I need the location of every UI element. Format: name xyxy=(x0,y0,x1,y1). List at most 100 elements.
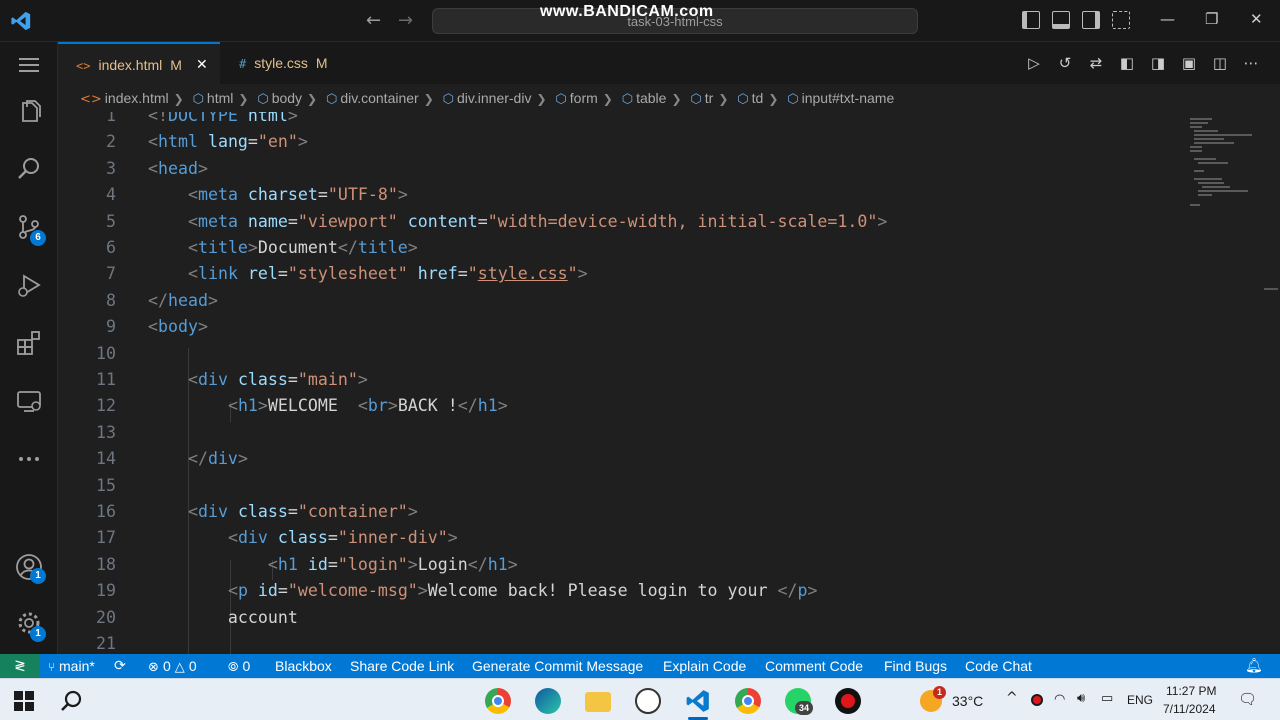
timeline-icon[interactable]: ↺ xyxy=(1056,54,1074,72)
status-comment-code[interactable]: Comment Code xyxy=(765,654,863,678)
code-text: account xyxy=(148,607,298,627)
vscode-logo-icon[interactable] xyxy=(10,10,32,32)
toggle-secondary-sidebar-icon[interactable] xyxy=(1082,11,1100,29)
code-line[interactable]: 5 <meta name="viewport" content="width=d… xyxy=(58,209,1178,235)
breadcrumb-item[interactable]: ⬡ table xyxy=(622,84,667,114)
show-hidden-icons-icon[interactable]: ^ xyxy=(1006,690,1018,706)
extensions-icon[interactable] xyxy=(14,328,44,358)
code-line[interactable]: 4 <meta charset="UTF-8"> xyxy=(58,182,1178,208)
code-line[interactable]: 21 xyxy=(58,631,1178,654)
vscode-taskbar-icon[interactable] xyxy=(685,688,711,714)
code-line[interactable]: 18 <h1 id="login">Login</h1> xyxy=(58,552,1178,578)
windows-start-icon[interactable] xyxy=(14,691,34,711)
compare-changes-icon[interactable]: ⇄ xyxy=(1087,54,1105,72)
sync-icon[interactable]: ⟳ xyxy=(114,654,126,678)
customize-layout-icon[interactable] xyxy=(1112,11,1130,29)
code-line[interactable]: 11 <div class="main"> xyxy=(58,367,1178,393)
search-icon[interactable] xyxy=(14,154,44,184)
back-arrow-icon[interactable]: ← xyxy=(366,10,381,31)
breadcrumb-item[interactable]: ⬡ html xyxy=(193,84,234,114)
line-number: 19 xyxy=(96,581,116,601)
remote-explorer-icon[interactable] xyxy=(14,386,44,416)
edge-icon[interactable] xyxy=(535,688,561,714)
branch-status[interactable]: ⑂ main* xyxy=(48,654,95,679)
breadcrumb-item[interactable]: <> index.html xyxy=(80,84,169,114)
code-line[interactable]: 1 <!DOCTYPE html> xyxy=(58,112,1178,129)
breadcrumb-item[interactable]: ⬡ td xyxy=(737,84,763,114)
remote-indicator-icon[interactable]: ≷ xyxy=(0,654,40,678)
chrome-profile-icon[interactable] xyxy=(735,688,761,714)
status-blackbox[interactable]: Blackbox xyxy=(275,654,332,678)
bandicam-record-icon[interactable] xyxy=(835,688,861,714)
code-content: <h1 id="login">Login</h1> xyxy=(148,552,518,578)
notifications-bell-icon[interactable]: 🔔︎ xyxy=(1245,654,1263,678)
editor-scrollbar[interactable] xyxy=(1264,112,1278,654)
minimap[interactable] xyxy=(1188,112,1258,212)
code-line[interactable]: 7 <link rel="stylesheet" href="style.css… xyxy=(58,261,1178,287)
menu-icon[interactable] xyxy=(14,50,44,80)
more-icon[interactable] xyxy=(14,444,44,474)
breadcrumb-item[interactable]: ⬡ form xyxy=(555,84,597,114)
tab-index-html[interactable]: <> index.html M ✕ xyxy=(58,42,220,84)
breadcrumb-item[interactable]: ⬡ tr xyxy=(690,84,713,114)
tab-style-css[interactable]: # style.css M xyxy=(221,42,361,84)
chatgpt-icon[interactable] xyxy=(635,688,661,714)
clock-time[interactable]: 11:27 PM xyxy=(1166,684,1216,698)
code-line[interactable]: 9 <body> xyxy=(58,314,1178,340)
status-share-code-link[interactable]: Share Code Link xyxy=(350,654,454,678)
code-line[interactable]: 15 xyxy=(58,473,1178,499)
code-text: = xyxy=(287,211,298,231)
breadcrumb-item[interactable]: ⬡ div.container xyxy=(326,84,419,114)
problems-status[interactable]: ⊗ 0 △ 0 xyxy=(148,654,197,680)
wifi-icon[interactable]: ◠ xyxy=(1054,692,1065,707)
close-window-icon[interactable]: ✕ xyxy=(1250,10,1263,28)
code-line[interactable]: 20 account xyxy=(58,605,1178,631)
more-actions-icon[interactable]: ⋯ xyxy=(1242,54,1260,72)
chrome-icon[interactable] xyxy=(485,688,511,714)
file-explorer-icon[interactable] xyxy=(585,692,611,712)
split-editor-icon[interactable]: ◫ xyxy=(1211,54,1229,72)
screenshot-icon[interactable]: ▣ xyxy=(1180,54,1198,72)
code-line[interactable]: 16 <div class="container"> xyxy=(58,499,1178,525)
code-line[interactable]: 13 xyxy=(58,420,1178,446)
temperature[interactable]: 33°C xyxy=(952,693,983,709)
ports-status[interactable]: ⦾ 0 xyxy=(228,654,250,680)
battery-icon[interactable]: ▭ xyxy=(1101,691,1113,706)
clock-date[interactable]: 7/11/2024 xyxy=(1163,702,1216,716)
forward-arrow-icon[interactable]: → xyxy=(398,10,413,31)
status-explain-code[interactable]: Explain Code xyxy=(663,654,746,678)
volume-icon[interactable]: 🔊︎ xyxy=(1077,691,1085,706)
code-line[interactable]: 12 <h1>WELCOME <br>BACK !</h1> xyxy=(58,393,1178,419)
code-line[interactable]: 2 <html lang="en"> xyxy=(58,129,1178,155)
code-line[interactable]: 8 </head> xyxy=(58,288,1178,314)
breadcrumb-item[interactable]: ⬡ input#txt-name xyxy=(787,84,894,114)
status-code-chat[interactable]: Code Chat xyxy=(965,654,1032,678)
code-line[interactable]: 3 <head> xyxy=(58,156,1178,182)
code-line[interactable]: 14 </div> xyxy=(58,446,1178,472)
code-string: "en" xyxy=(257,132,298,152)
restore-icon[interactable]: ❐ xyxy=(1205,10,1218,28)
code-editor[interactable]: 1 <!DOCTYPE html> 2 <html lang="en"> 3 <head>… xyxy=(58,112,1280,654)
code-line[interactable]: 17 <div class="inner-div"> xyxy=(58,525,1178,551)
status-find-bugs[interactable]: Find Bugs xyxy=(884,654,947,678)
minimize-icon[interactable]: — xyxy=(1160,10,1175,28)
open-preview-icon[interactable]: ◨ xyxy=(1149,54,1167,72)
code-line[interactable]: 10 xyxy=(58,341,1178,367)
run-debug-icon[interactable] xyxy=(14,270,44,300)
input-language[interactable]: ENG xyxy=(1127,693,1153,707)
open-changes-icon[interactable]: ◧ xyxy=(1118,54,1136,72)
run-icon[interactable]: ▷ xyxy=(1025,54,1043,72)
status-generate-commit-message[interactable]: Generate Commit Message xyxy=(472,654,643,678)
toggle-primary-sidebar-icon[interactable] xyxy=(1022,11,1040,29)
notification-center-icon[interactable]: 🗨︎ xyxy=(1238,690,1257,708)
recording-tray-icon[interactable] xyxy=(1031,694,1043,706)
code-line[interactable]: 6 <title>Document</title> xyxy=(58,235,1178,261)
code-line[interactable]: 19 <p id="welcome-msg">Welcome back! Ple… xyxy=(58,578,1178,604)
explorer-icon[interactable] xyxy=(14,97,44,127)
breadcrumb-item[interactable]: ⬡ body xyxy=(257,84,302,114)
breadcrumb-item[interactable]: ⬡ div.inner-div xyxy=(443,84,532,114)
taskbar-search-icon[interactable] xyxy=(60,689,84,713)
toggle-panel-icon[interactable] xyxy=(1052,11,1070,29)
tab-close-icon[interactable]: ✕ xyxy=(196,44,208,86)
